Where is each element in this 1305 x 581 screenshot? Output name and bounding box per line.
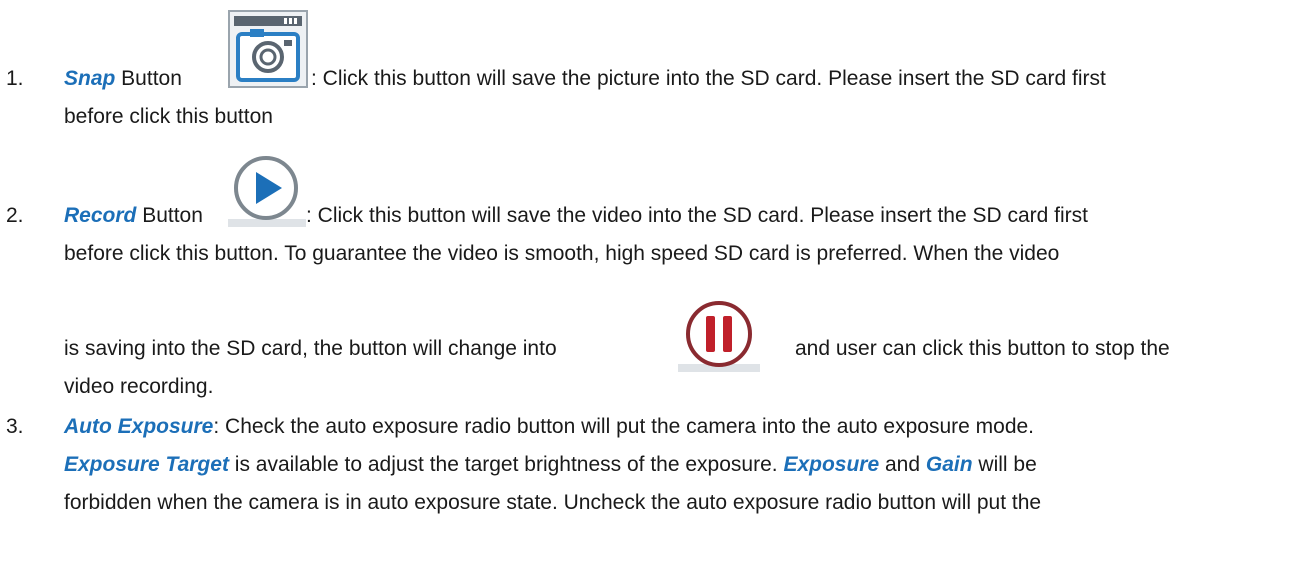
item-3-line-2-end: will be (972, 453, 1037, 476)
item-2-line-2: before click this button. To guarantee t… (64, 242, 1060, 265)
item-2-line-1-rest: : Click this button will save the video … (306, 204, 1089, 227)
item-1-line-1-rest: : Click this button will save the pictur… (311, 67, 1106, 90)
camera-snap-icon (228, 10, 308, 88)
pause-stop-icon (678, 300, 760, 372)
keyword-exposure: Exposure (783, 453, 880, 476)
keyword-exposure-target: Exposure Target (64, 453, 229, 476)
item-number: 1. (6, 67, 24, 90)
item-3-line-2: Exposure Target is available to adjust t… (64, 452, 1037, 478)
item-3-line-2-mid: and (879, 453, 926, 476)
item-1-line-1: Snap Button (64, 66, 182, 92)
keyword-snap: Snap (64, 67, 116, 90)
item-3-line-3: forbidden when the camera is in auto exp… (64, 491, 1042, 514)
label-button: Button (115, 67, 182, 90)
item-2-line-4: video recording. (64, 375, 214, 398)
item-3-line-2-rest: is available to adjust the target bright… (228, 453, 784, 476)
item-number: 3. (6, 415, 24, 438)
item-1-line-2: before click this button (64, 105, 273, 128)
keyword-gain: Gain (925, 453, 973, 476)
item-2-line-3-before: is saving into the SD card, the button w… (64, 337, 557, 360)
item-2-line-3-after: and user can click this button to stop t… (795, 337, 1170, 360)
item-3-line-1-rest: : Check the auto exposure radio button w… (213, 415, 1035, 438)
item-3-line-1: Auto Exposure: Check the auto exposure r… (64, 414, 1034, 440)
label-button: Button (136, 204, 203, 227)
item-number: 2. (6, 204, 24, 227)
keyword-record: Record (64, 204, 137, 227)
keyword-auto-exposure: Auto Exposure (64, 415, 214, 438)
item-2-line-1: Record Button (64, 203, 203, 229)
play-record-icon (228, 155, 306, 227)
